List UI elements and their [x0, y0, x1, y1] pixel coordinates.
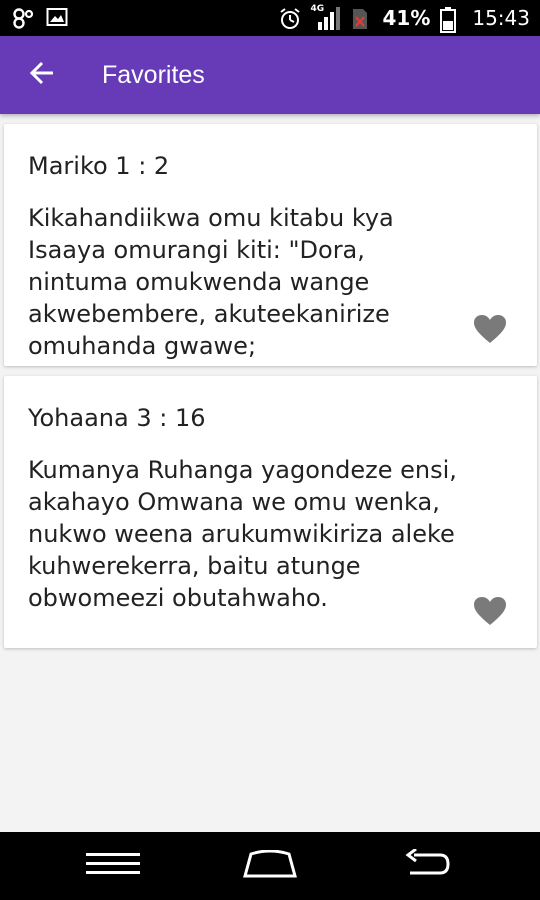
image-icon [46, 6, 68, 28]
status-bar-left [12, 6, 68, 29]
favorite-button[interactable] [473, 596, 507, 630]
favorite-card[interactable]: Yohaana 3 : 16 Kumanya Ruhanga yagondeze… [4, 376, 537, 648]
alarm-icon [278, 7, 301, 29]
verse-reference: Yohaana 3 : 16 [28, 404, 206, 432]
no-sim-icon [350, 7, 372, 29]
heart-icon [473, 597, 507, 630]
clock: 15:43 [472, 6, 530, 30]
verse-reference: Mariko 1 : 2 [28, 152, 170, 180]
back-button[interactable] [20, 53, 64, 97]
status-bar-right: 4G 41% 15:43 [278, 0, 530, 36]
home-icon [243, 849, 297, 882]
notification-icon [12, 6, 34, 29]
home-button[interactable] [225, 832, 315, 900]
status-bar: 4G 41% 15:43 [0, 0, 540, 36]
verse-text: Kikahandiikwa omu kitabu kya Isaaya omur… [28, 204, 394, 360]
favorites-list: Mariko 1 : 2 Kikahandiikwa omu kitabu ky… [0, 114, 540, 832]
app-bar: Favorites [0, 36, 540, 114]
page-title: Favorites [102, 61, 205, 89]
system-back-button[interactable] [382, 832, 472, 900]
navigation-bar [0, 832, 540, 900]
heart-icon [473, 315, 507, 348]
favorite-button[interactable] [473, 314, 507, 348]
battery-icon [440, 7, 462, 33]
verse-text: Kumanya Ruhanga yagondeze ensi, akahayo … [28, 456, 457, 612]
arrow-back-icon [29, 60, 55, 90]
menu-icon [86, 851, 140, 881]
signal-icon: 4G [310, 4, 341, 32]
favorite-card[interactable]: Mariko 1 : 2 Kikahandiikwa omu kitabu ky… [4, 124, 537, 366]
battery-percent: 41% [382, 6, 431, 30]
recent-apps-button[interactable] [68, 832, 158, 900]
back-icon [402, 847, 452, 883]
